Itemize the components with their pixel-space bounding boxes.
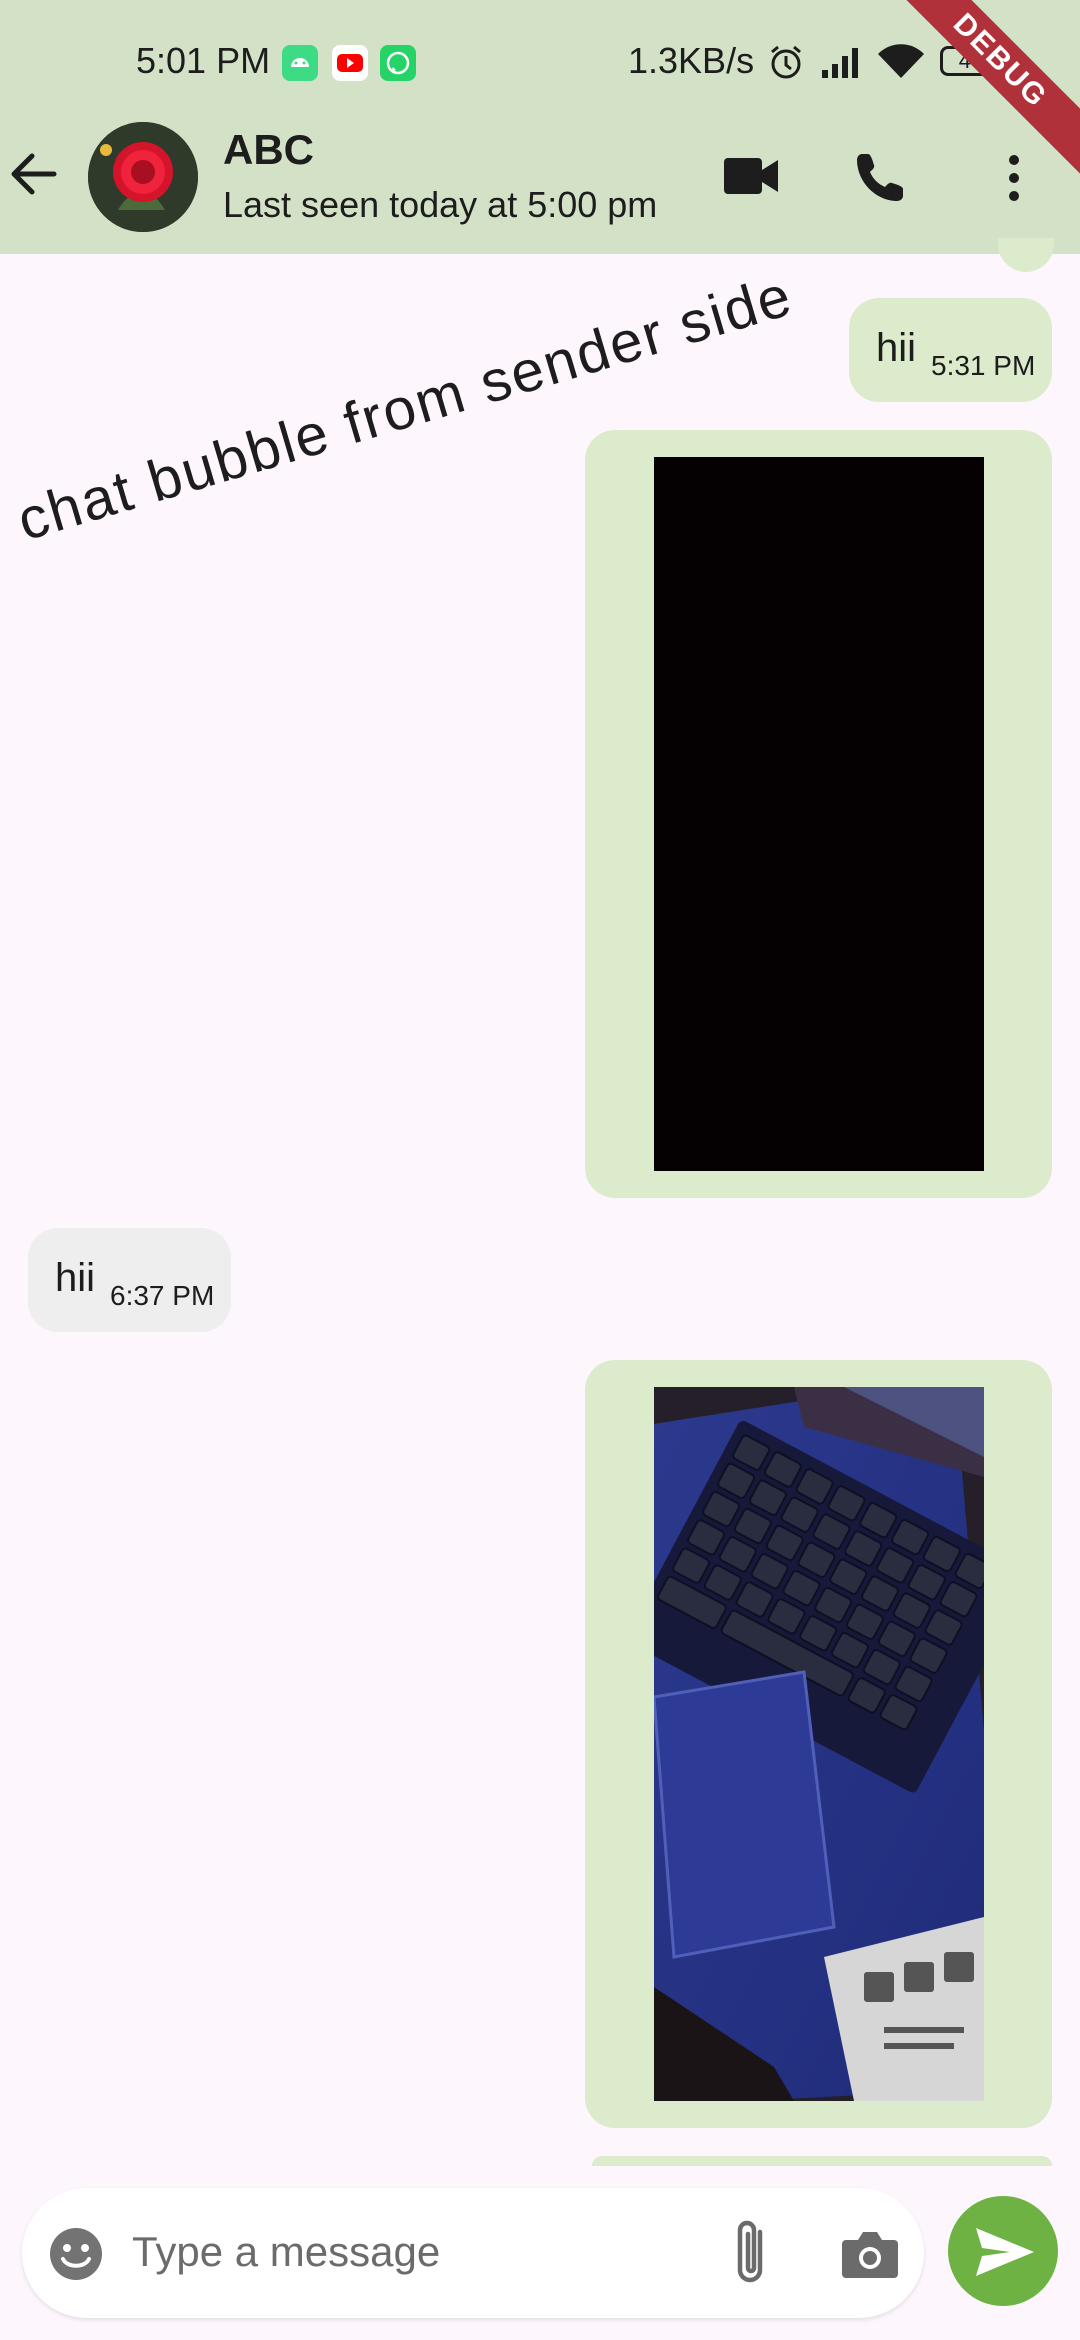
message-input-placeholder[interactable]: Type a message: [132, 2228, 440, 2276]
android-robot-icon: [282, 45, 318, 81]
chat-bubble-partial: [592, 2156, 1052, 2166]
video-call-icon[interactable]: [724, 156, 778, 196]
black-image[interactable]: [654, 457, 984, 1171]
alarm-icon: [771, 45, 801, 79]
emoji-icon[interactable]: [48, 2226, 104, 2282]
send-button[interactable]: [948, 2196, 1058, 2306]
message-text: hii: [55, 1256, 96, 1300]
last-seen-status: Last seen today at 5:00 pm: [223, 184, 658, 225]
back-arrow-icon[interactable]: [8, 148, 60, 200]
chat-bubble-partial: [998, 238, 1054, 272]
camera-icon[interactable]: [840, 2228, 900, 2280]
attach-icon[interactable]: [730, 2218, 770, 2290]
signal-icon: [822, 48, 858, 78]
incoming-message-bubble[interactable]: hii 6:37 PM: [28, 1228, 231, 1332]
app-bar: 5:01 PM 1.3KB/s 44: [0, 0, 1080, 254]
message-text: hii: [876, 326, 917, 370]
message-time: 5:31 PM: [931, 350, 1036, 381]
outgoing-message-bubble[interactable]: hii 5:31 PM: [849, 298, 1052, 402]
wifi-icon: [878, 44, 924, 78]
phone-icon[interactable]: [854, 150, 908, 204]
status-time: 5:01 PM: [136, 40, 271, 81]
status-bar: 5:01 PM 1.3KB/s 44: [0, 0, 1080, 118]
more-vert-icon[interactable]: [1004, 152, 1024, 204]
message-time: 6:37 PM: [110, 1280, 215, 1311]
whatsapp-icon: [380, 45, 416, 81]
avatar[interactable]: [88, 122, 198, 232]
message-input-bar[interactable]: Type a message: [22, 2188, 924, 2318]
send-icon: [976, 2228, 1034, 2276]
youtube-icon: [332, 45, 368, 81]
laptop-keyboard-photo[interactable]: [654, 1387, 984, 2101]
contact-name[interactable]: ABC: [223, 126, 314, 174]
network-speed: 1.3KB/s: [628, 40, 755, 81]
